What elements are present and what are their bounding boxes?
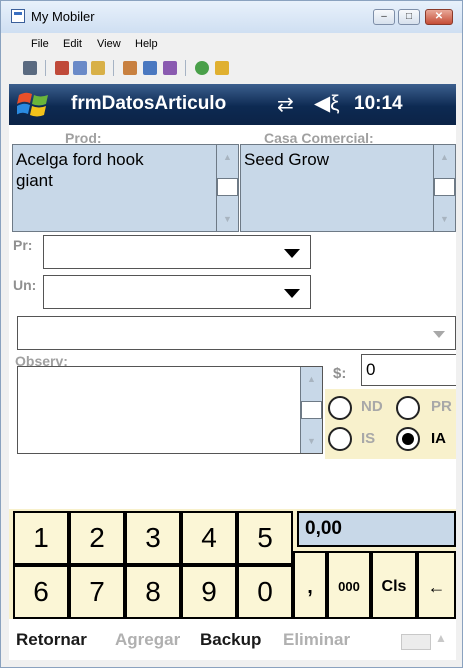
eliminar-softkey[interactable]: Eliminar [283,630,350,650]
radio-is-label[interactable]: IS [361,430,375,447]
radio-selected-dot [402,433,414,445]
key-5[interactable]: 5 [237,511,293,565]
menu-view[interactable]: View [97,38,121,50]
connection-arrows-icon[interactable]: ⇄ [277,92,294,117]
screen-icon[interactable] [143,61,157,75]
keypad-display: 0,00 [297,511,456,547]
scroll-down-icon[interactable]: ▼ [434,207,455,231]
radio-pr-label[interactable]: PR [431,398,452,415]
key-0[interactable]: 0 [237,565,293,619]
dollar-label: $: [333,365,347,382]
observ-textarea[interactable]: ▲ ▼ [17,366,323,454]
clock[interactable]: 10:14 [354,93,403,115]
form-title: frmDatosArticulo [71,93,227,114]
scroll-down-icon[interactable]: ▼ [217,207,238,231]
copy-icon[interactable] [73,61,87,75]
casa-comercial-value: Seed Grow [244,150,330,169]
maximize-button[interactable]: □ [398,9,420,25]
key-7[interactable]: 7 [69,565,125,619]
minimize-button[interactable]: – [373,9,395,25]
mobiler-window: My Mobiler – □ ✕ File Edit View Help frm… [0,0,463,668]
window-title: My Mobiler [31,9,95,24]
type-radio-group: ND PR IS IA [325,389,456,459]
caret-up-icon[interactable]: ▲ [435,631,447,645]
menu-help[interactable]: Help [135,38,158,50]
softkey-bar: Retornar Agregar Backup Eliminar ▲ [9,621,456,660]
category-dropdown[interactable] [17,316,456,350]
settings-icon[interactable] [215,61,229,75]
backspace-key[interactable]: ← [417,551,456,619]
key-1[interactable]: 1 [13,511,69,565]
pr-label: Pr: [13,237,33,253]
key-9[interactable]: 9 [181,565,237,619]
device-screen: frmDatosArticulo ⇄ ◀ξ 10:14 Prod: Casa C… [9,84,456,660]
prod-value-line1: Acelga ford hook [16,150,144,169]
radio-pr[interactable] [396,396,420,420]
pr-dropdown[interactable] [43,235,311,269]
cut-icon[interactable] [55,61,69,75]
menu-bar: File Edit View Help [9,35,454,55]
prod-textbox[interactable]: Acelga ford hook giant ▲ ▼ [12,144,239,232]
key-cls[interactable]: Cls [371,551,417,619]
scroll-up-icon[interactable]: ▲ [217,145,238,169]
retornar-softkey[interactable]: Retornar [16,630,87,650]
un-label: Un: [13,277,37,293]
transfer-icon[interactable] [123,61,137,75]
key-3[interactable]: 3 [125,511,181,565]
prod-value-line2: giant [16,171,53,190]
scroll-up-icon[interactable]: ▲ [434,145,455,169]
paste-icon[interactable] [91,61,105,75]
toolbar-separator [185,60,186,76]
scroll-thumb[interactable] [217,178,238,196]
window-titlebar: My Mobiler – □ ✕ [1,1,462,33]
speaker-icon[interactable]: ◀ξ [314,91,340,116]
scroll-down-icon[interactable]: ▼ [301,429,322,453]
key-comma[interactable]: , [293,551,327,619]
agregar-softkey[interactable]: Agregar [115,630,180,650]
chevron-down-icon[interactable] [433,331,445,338]
toolbar-separator [45,60,46,76]
toolbar [9,57,454,81]
windows-start-icon[interactable] [17,89,51,119]
scroll-thumb[interactable] [434,178,455,196]
chevron-down-icon[interactable] [284,289,300,298]
radio-nd-label[interactable]: ND [361,398,383,415]
backup-softkey[interactable]: Backup [200,630,261,650]
app-icon [11,9,25,23]
toolbar-separator [113,60,114,76]
menu-file[interactable]: File [31,38,49,50]
device-icon[interactable] [23,61,37,75]
key-2[interactable]: 2 [69,511,125,565]
prod-scrollbar[interactable]: ▲ ▼ [216,145,238,231]
device-title-bar: frmDatosArticulo ⇄ ◀ξ 10:14 [9,84,456,125]
scroll-up-icon[interactable]: ▲ [301,367,322,391]
key-8[interactable]: 8 [125,565,181,619]
casa-scrollbar[interactable]: ▲ ▼ [433,145,455,231]
key-000[interactable]: 000 [327,551,371,619]
un-dropdown[interactable] [43,275,311,309]
casa-comercial-textbox[interactable]: Seed Grow ▲ ▼ [240,144,456,232]
refresh-icon[interactable] [195,61,209,75]
key-4[interactable]: 4 [181,511,237,565]
amount-input[interactable]: 0 [361,354,456,386]
key-6[interactable]: 6 [13,565,69,619]
radio-is[interactable] [328,427,352,451]
radio-ia[interactable] [396,427,420,451]
radio-ia-label[interactable]: IA [431,430,446,447]
close-button[interactable]: ✕ [425,9,453,25]
observ-scrollbar[interactable]: ▲ ▼ [300,367,322,453]
capture-icon[interactable] [163,61,177,75]
scroll-thumb[interactable] [301,401,322,419]
radio-nd[interactable] [328,396,352,420]
keyboard-icon[interactable] [401,634,431,650]
chevron-down-icon[interactable] [284,249,300,258]
menu-edit[interactable]: Edit [63,38,82,50]
